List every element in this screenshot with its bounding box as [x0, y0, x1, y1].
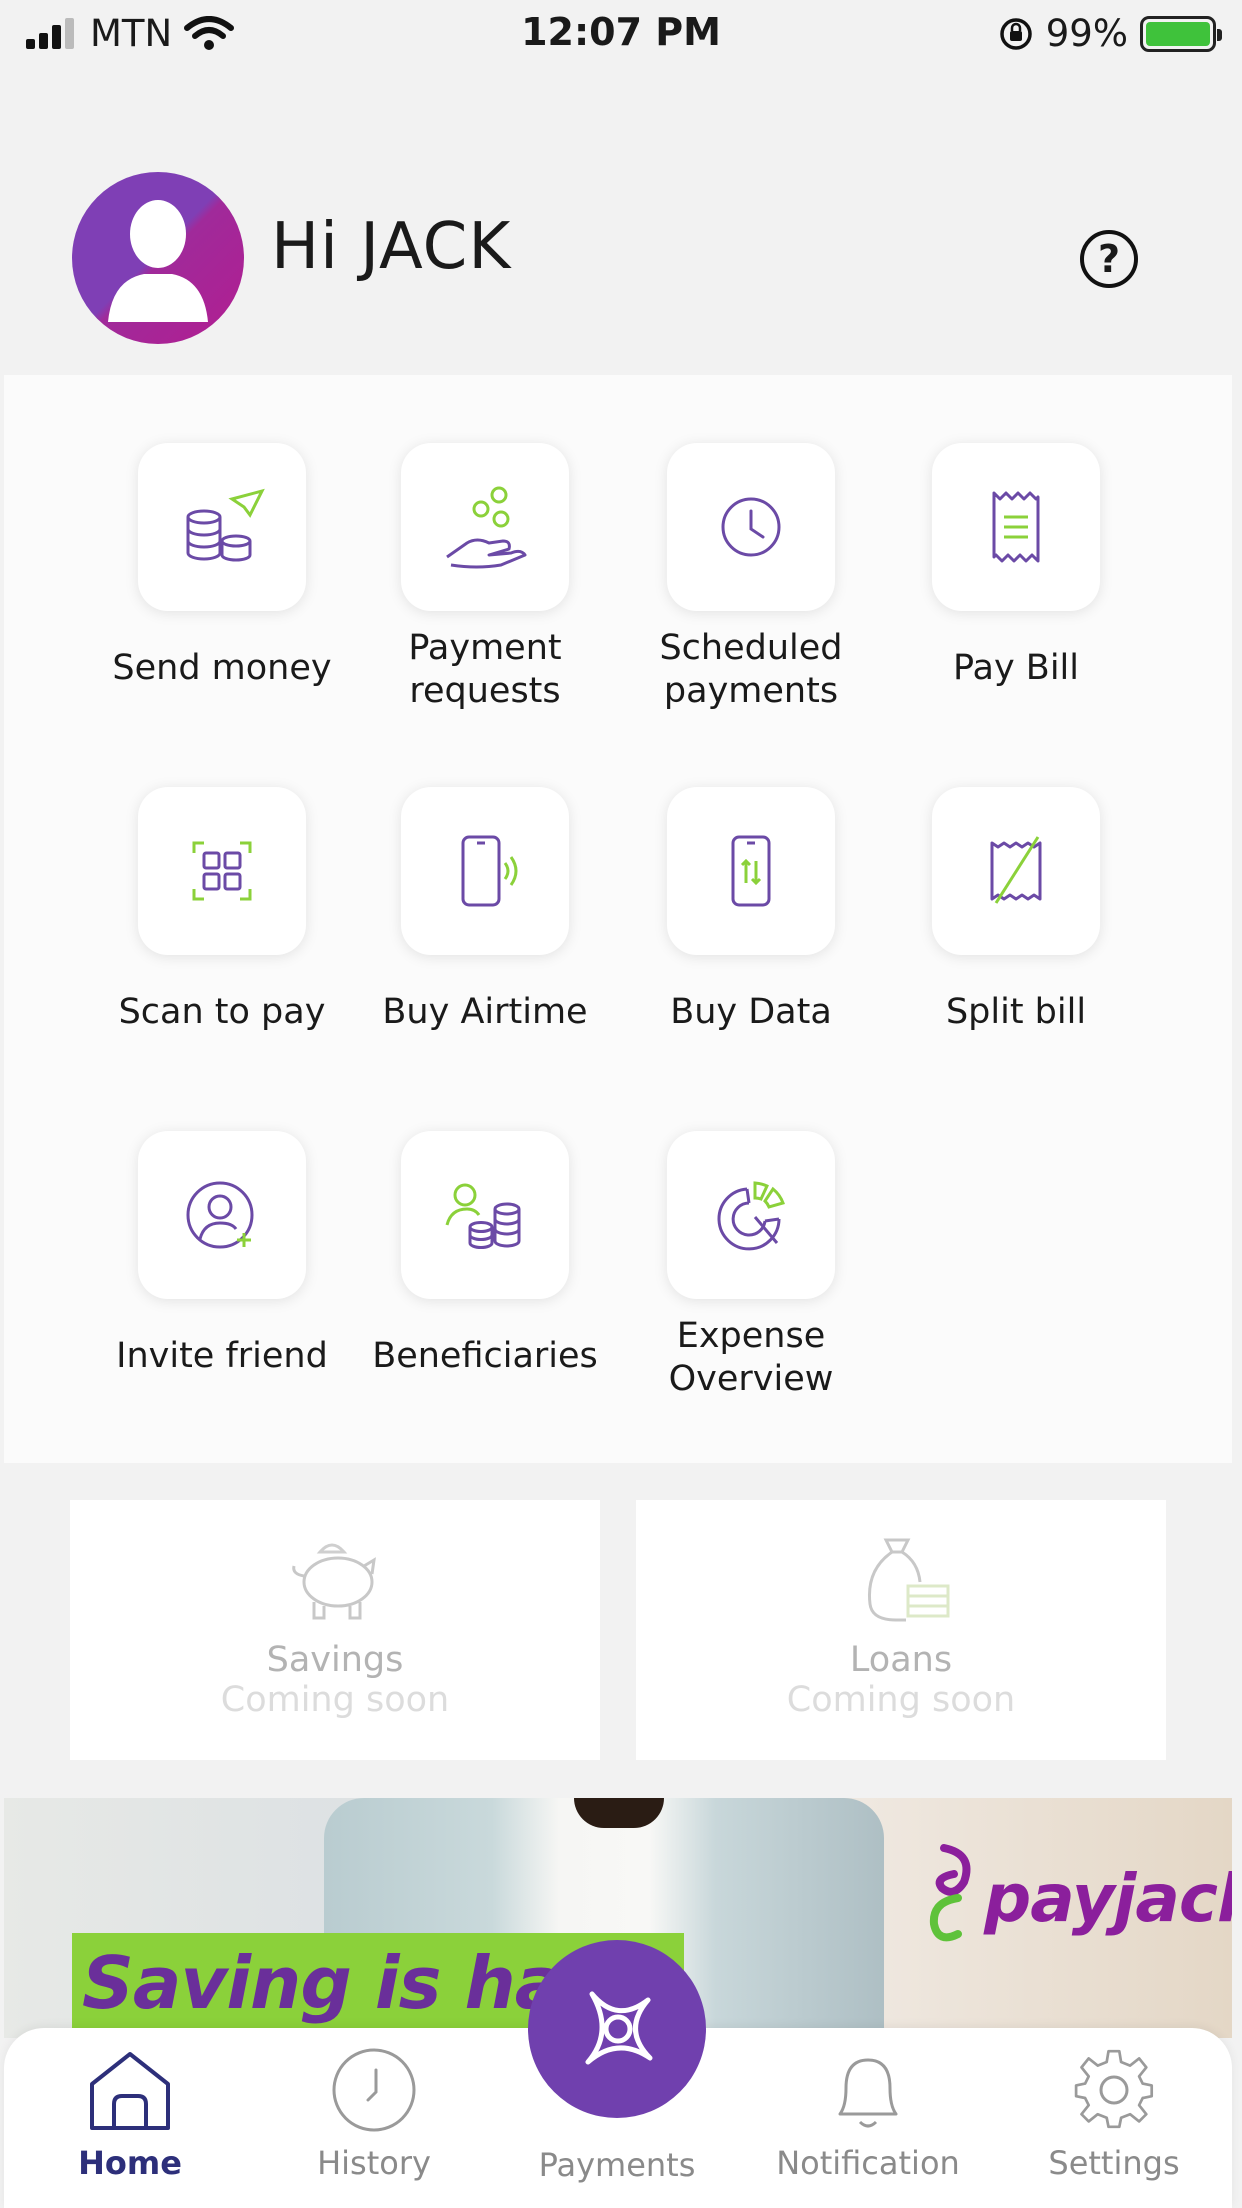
battery-percent: 99%	[1045, 12, 1128, 55]
phone-signal-icon	[461, 835, 518, 907]
rotation-lock-icon	[1000, 17, 1032, 50]
greeting-text: Hi JACK	[271, 210, 512, 284]
pay-bill-button[interactable]: Pay Bill	[891, 443, 1141, 690]
nav-settings[interactable]: Settings	[1014, 2044, 1214, 2182]
savings-coming-soon: Coming soon	[220, 1680, 450, 1720]
action-label: Expense Overview	[668, 1316, 834, 1399]
action-label: Buy Data	[670, 992, 832, 1032]
scan-to-pay-button[interactable]: Scan to pay	[97, 787, 347, 1034]
help-button[interactable]: ?	[1080, 230, 1138, 288]
buy-data-button[interactable]: Buy Data	[626, 787, 876, 1034]
hand-coins-icon	[446, 486, 527, 569]
nav-settings-label: Settings	[1048, 2144, 1180, 2182]
battery-icon	[1140, 15, 1222, 52]
user-add-icon	[186, 1181, 254, 1249]
pie-chart-icon	[717, 1181, 785, 1251]
header: Hi JACK ?	[4, 70, 1232, 375]
payments-fab-button[interactable]	[528, 1940, 706, 2118]
avatar[interactable]	[72, 172, 244, 344]
action-label: Scheduled payments	[659, 628, 843, 711]
brand-name: payjack	[984, 1859, 1232, 1937]
quick-actions-panel: Send money Payment requests Scheduled pa…	[4, 375, 1232, 1463]
gear-icon	[1074, 2049, 1154, 2129]
beneficiaries-button[interactable]: Beneficiaries	[360, 1131, 610, 1378]
nav-payments-label: Payments	[538, 2146, 696, 2184]
payments-icon	[585, 1991, 653, 2065]
loans-card: Loans Coming soon	[636, 1500, 1166, 1760]
phone-data-icon	[731, 835, 771, 907]
qr-scan-icon	[192, 841, 252, 901]
home-icon	[90, 2052, 170, 2130]
nav-home[interactable]: Home	[30, 2044, 230, 2182]
clock-icon	[721, 497, 781, 557]
coins-send-icon	[186, 488, 265, 562]
nav-notification-label: Notification	[776, 2144, 960, 2182]
expense-overview-button[interactable]: Expense Overview	[626, 1131, 876, 1401]
action-label: Buy Airtime	[382, 992, 588, 1032]
piggy-bank-icon	[292, 1543, 376, 1620]
nav-notification[interactable]: Notification	[768, 2044, 968, 2182]
nav-history[interactable]: History	[274, 2044, 474, 2182]
nav-home-label: Home	[78, 2144, 182, 2182]
scheduled-payments-button[interactable]: Scheduled payments	[626, 443, 876, 713]
split-receipt-icon	[990, 836, 1042, 904]
savings-card: Savings Coming soon	[70, 1500, 600, 1760]
loans-coming-soon: Coming soon	[786, 1680, 1016, 1720]
split-bill-button[interactable]: Split bill	[891, 787, 1141, 1034]
invite-friend-button[interactable]: Invite friend	[97, 1131, 347, 1378]
savings-title: Savings	[266, 1640, 404, 1680]
action-label: Beneficiaries	[372, 1336, 598, 1376]
money-bag-icon	[867, 1538, 950, 1622]
user-silhouette-icon	[108, 200, 208, 322]
payment-requests-button[interactable]: Payment requests	[360, 443, 610, 713]
brand-logo: payjack	[924, 1838, 1232, 1958]
action-label: Payment requests	[408, 628, 562, 711]
send-money-button[interactable]: Send money	[97, 443, 347, 690]
action-label: Pay Bill	[952, 648, 1079, 688]
buy-airtime-button[interactable]: Buy Airtime	[360, 787, 610, 1034]
action-label: Split bill	[945, 992, 1087, 1032]
action-label: Send money	[112, 648, 332, 688]
bell-icon	[838, 2058, 898, 2128]
action-label: Invite friend	[116, 1336, 328, 1376]
nav-history-label: History	[317, 2144, 431, 2182]
history-clock-icon	[332, 2048, 416, 2132]
status-bar: MTN 12:07 PM 99%	[0, 0, 1242, 70]
user-coins-icon	[445, 1183, 521, 1249]
receipt-icon	[992, 491, 1040, 563]
payjack-logo-icon	[929, 1844, 971, 1942]
loans-title: Loans	[849, 1640, 953, 1680]
action-label: Scan to pay	[118, 992, 326, 1032]
